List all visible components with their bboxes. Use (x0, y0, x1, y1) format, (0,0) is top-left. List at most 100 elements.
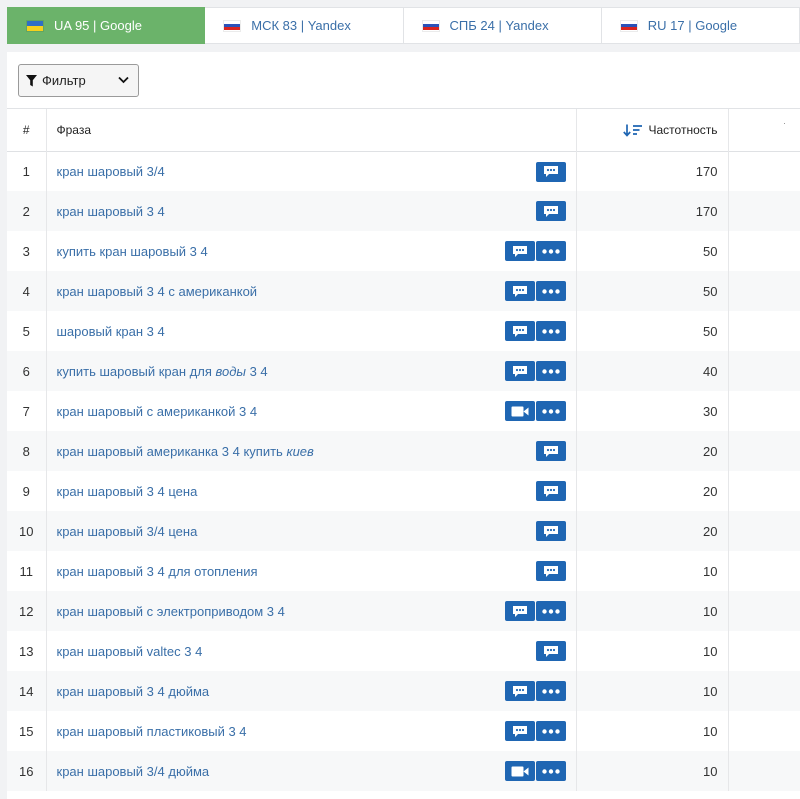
row-number: 1 (7, 151, 47, 191)
comment-icon (543, 645, 558, 657)
row-number: 10 (7, 511, 47, 551)
row-number: 7 (7, 391, 47, 431)
more-button[interactable] (535, 361, 566, 381)
phrase-link[interactable]: кран шаровый 3/4 дюйма (57, 764, 210, 779)
more-icon (541, 608, 560, 614)
more-button[interactable] (535, 601, 566, 621)
filter-button[interactable]: Фильтр (18, 64, 139, 97)
comment-button[interactable] (504, 281, 535, 301)
row-number: 14 (7, 671, 47, 711)
tab-ru-google[interactable]: RU 17 | Google (601, 7, 800, 44)
comment-button[interactable] (504, 601, 535, 621)
more-button[interactable] (535, 281, 566, 301)
tab-ua-google[interactable]: UA 95 | Google (7, 7, 206, 44)
comment-button[interactable] (504, 321, 535, 341)
comment-button[interactable] (504, 681, 535, 701)
row-actions (535, 441, 566, 461)
phrase-link[interactable]: кран шаровый 3 4 для отопления (57, 564, 258, 579)
row-number: 13 (7, 631, 47, 671)
phrase-link[interactable]: кран шаровый 3 4 с американкой (57, 284, 258, 299)
more-button[interactable] (535, 721, 566, 741)
table-row: 9 кран шаровый 3 4 цена 20 (7, 471, 800, 511)
phrase-link[interactable]: кран шаровый с электроприводом 3 4 (57, 604, 285, 619)
table-row: 2 кран шаровый 3 4 170 (7, 191, 800, 231)
row-number: 2 (7, 191, 47, 231)
phrase-link[interactable]: кран шаровый 3 4 дюйма (57, 684, 210, 699)
more-icon (541, 768, 560, 774)
header-number: # (7, 109, 47, 151)
video-button[interactable] (504, 401, 535, 421)
more-button[interactable] (535, 681, 566, 701)
row-actions (504, 681, 566, 701)
phrase-link[interactable]: шаровый кран 3 4 (57, 324, 165, 339)
phrases-table: # Фраза Частотность 1 кран шаровый 3/4 170… (7, 109, 800, 791)
phrase-link[interactable]: кран шаровый пластиковый 3 4 (57, 724, 247, 739)
table-row: 3 купить кран шаровый 3 4 50 (7, 231, 800, 271)
more-icon (541, 328, 560, 334)
comment-button[interactable] (504, 361, 535, 381)
phrase-link[interactable]: кран шаровый valtec 3 4 (57, 644, 203, 659)
phrase-link[interactable]: купить кран шаровый 3 4 (57, 244, 208, 259)
phrase-link[interactable]: кран шаровый с американкой 3 4 (57, 404, 258, 419)
comment-button[interactable] (535, 561, 566, 581)
row-phrase-cell: купить шаровый кран для воды 3 4 (46, 351, 577, 391)
phrase-link[interactable]: купить шаровый кран для воды 3 4 (57, 364, 268, 379)
more-button[interactable] (535, 401, 566, 421)
phrase-emphasis: воды (215, 363, 246, 379)
comment-button[interactable] (504, 241, 535, 261)
comment-icon (512, 605, 527, 617)
funnel-icon (26, 74, 37, 86)
more-button[interactable] (535, 761, 566, 781)
header-extra (728, 109, 800, 151)
phrase-link[interactable]: кран шаровый 3 4 цена (57, 484, 198, 499)
phrase-link[interactable]: кран шаровый 3/4 (57, 164, 165, 179)
row-phrase-cell: кран шаровый 3 4 с американкой (46, 271, 577, 311)
row-actions (504, 761, 566, 781)
header-frequency[interactable]: Частотность (576, 109, 729, 151)
row-extra (728, 711, 800, 751)
row-phrase-cell: кран шаровый 3/4 (46, 151, 577, 191)
flag-icon (223, 19, 242, 32)
row-frequency: 40 (576, 351, 729, 391)
comment-icon (512, 285, 527, 297)
row-extra (728, 551, 800, 591)
header-extra-mark (784, 123, 785, 124)
comment-button[interactable] (504, 721, 535, 741)
row-number: 4 (7, 271, 47, 311)
tab-label: СПБ 24 | Yandex (449, 18, 549, 33)
row-frequency: 30 (576, 391, 729, 431)
comment-icon (512, 725, 527, 737)
phrase-part: кран шаровый американка 3 4 купить (56, 443, 287, 459)
table-row: 1 кран шаровый 3/4 170 (7, 151, 800, 191)
row-phrase-cell: кран шаровый valtec 3 4 (46, 631, 577, 671)
row-frequency: 10 (576, 671, 729, 711)
more-icon (541, 368, 560, 374)
phrase-link[interactable]: кран шаровый американка 3 4 купить киев (57, 444, 314, 459)
row-extra (728, 671, 800, 711)
row-phrase-cell: кран шаровый американка 3 4 купить киев (46, 431, 577, 471)
video-icon (511, 766, 528, 776)
more-button[interactable] (535, 241, 566, 261)
row-phrase-cell: кран шаровый 3/4 дюйма (46, 751, 577, 791)
phrase-part: 3 4 (245, 363, 268, 379)
comment-button[interactable] (535, 641, 566, 661)
more-icon (541, 248, 560, 254)
row-frequency: 10 (576, 751, 729, 791)
comment-button[interactable] (535, 481, 566, 501)
more-button[interactable] (535, 321, 566, 341)
phrase-link[interactable]: кран шаровый 3 4 (57, 204, 165, 219)
comment-button[interactable] (535, 201, 566, 221)
comment-button[interactable] (535, 441, 566, 461)
header-phrase[interactable]: Фраза (46, 109, 577, 151)
flag-icon (26, 19, 44, 32)
row-number: 6 (7, 351, 47, 391)
phrase-link[interactable]: кран шаровый 3/4 цена (57, 524, 198, 539)
row-extra (728, 591, 800, 631)
video-button[interactable] (504, 761, 535, 781)
toolbar: Фильтр (7, 52, 800, 109)
comment-button[interactable] (535, 161, 566, 182)
row-number: 8 (7, 431, 47, 471)
tab-spb-yandex[interactable]: СПБ 24 | Yandex (403, 7, 602, 44)
comment-button[interactable] (535, 521, 566, 541)
tab-msk-yandex[interactable]: МСК 83 | Yandex (205, 7, 404, 44)
